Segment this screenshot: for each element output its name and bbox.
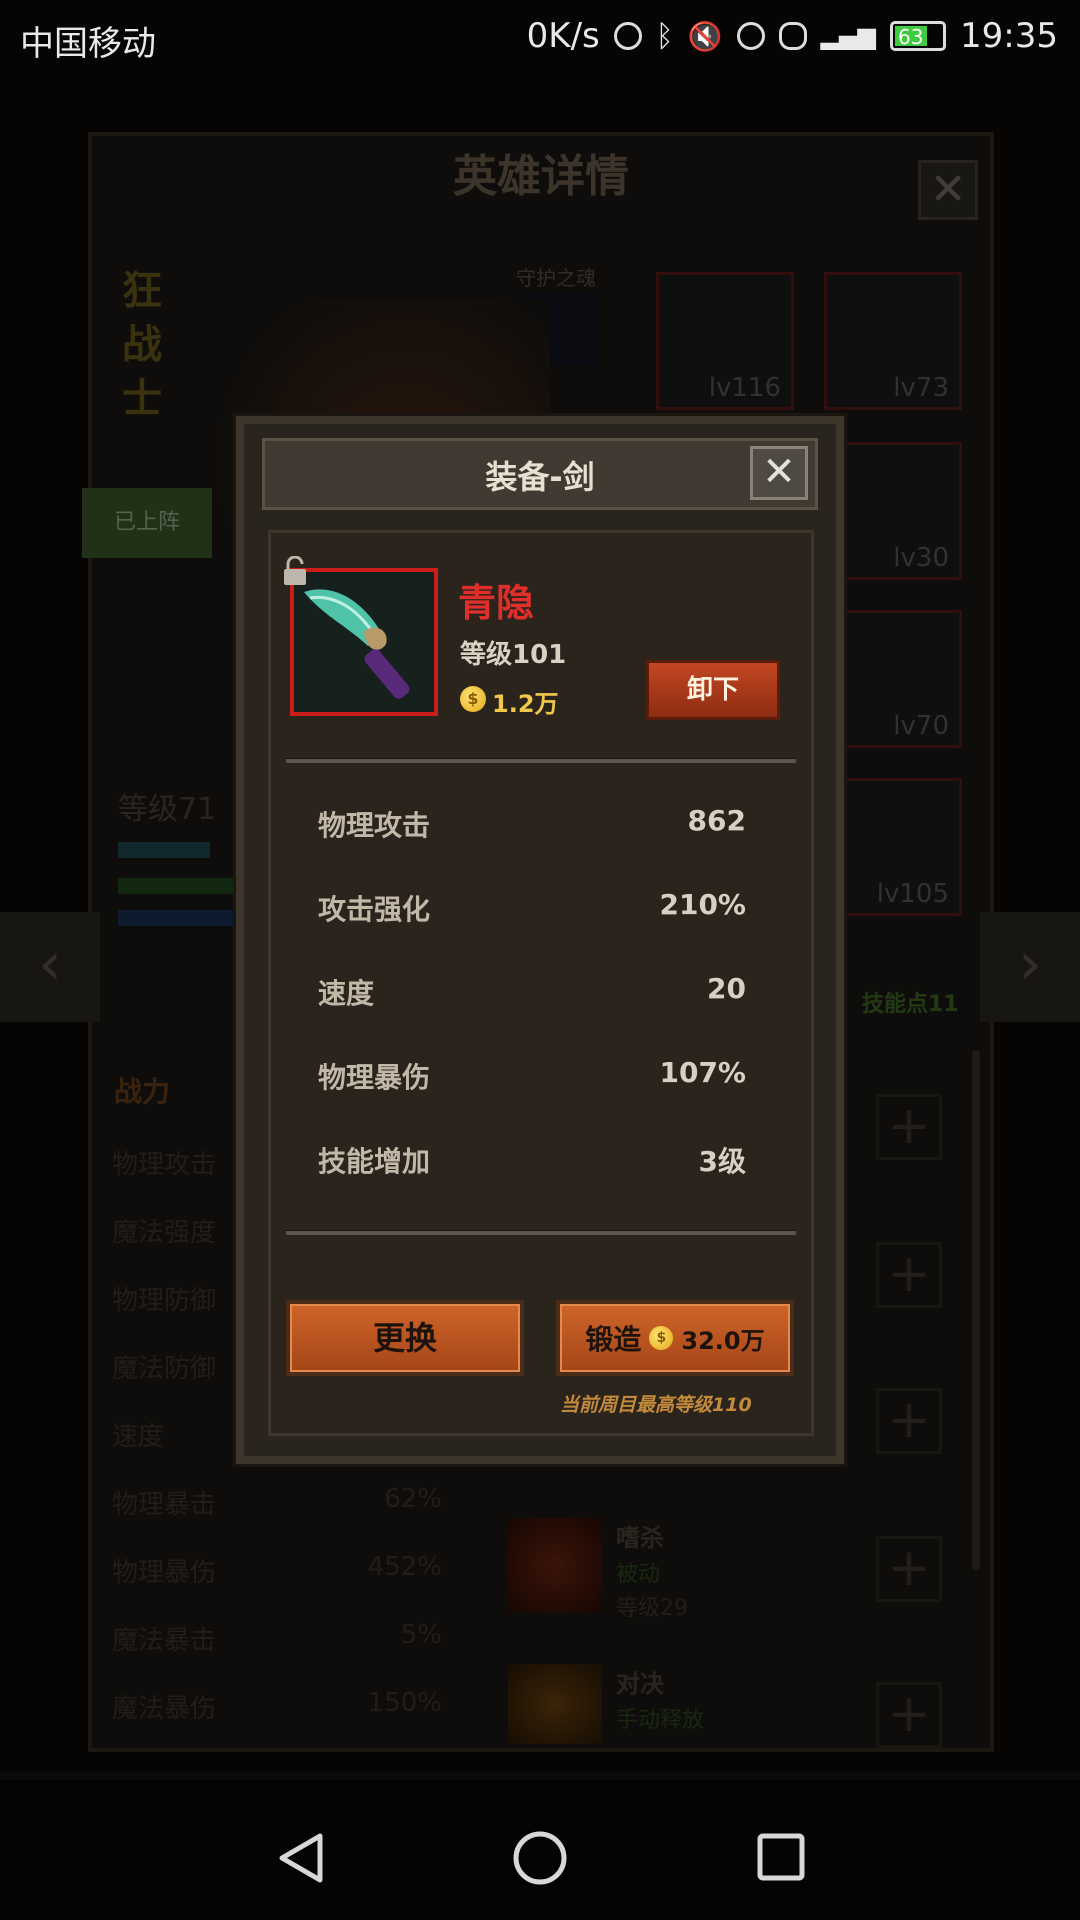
stat-value-attack-boost: 210% xyxy=(659,888,746,921)
status-icons: 0K/s ᛒ 🔇 ▂▄▆ 63 19:35 xyxy=(527,16,1058,56)
stat-label-attack-boost: 攻击强化 xyxy=(318,893,431,926)
item-level: 等级101 xyxy=(460,640,567,670)
coin-icon: $ xyxy=(649,1326,674,1350)
unequip-button[interactable]: 卸下 xyxy=(646,660,780,720)
forge-label: 锻造 xyxy=(585,1323,642,1356)
divider-top xyxy=(286,758,796,763)
max-level-note: 当前周目最高等级110 xyxy=(560,1394,752,1416)
bluetooth-icon: ᛒ xyxy=(655,18,674,54)
network-speed: 0K/s xyxy=(526,16,600,56)
lock-icon[interactable] xyxy=(282,556,308,586)
recents-icon[interactable] xyxy=(756,1832,806,1882)
status-bar: 中国移动 0K/s ᛒ 🔇 ▂▄▆ 63 19:35 xyxy=(0,0,1080,72)
close-button[interactable]: ✕ xyxy=(750,446,808,500)
forge-button[interactable]: 锻造 $ 32.0万 xyxy=(556,1300,794,1376)
sword-icon xyxy=(294,572,434,712)
location-icon xyxy=(613,22,642,50)
battery-icon: 63 xyxy=(890,21,947,51)
stat-value-crit-damage: 107% xyxy=(659,1056,746,1089)
signal-icon: ▂▄▆ xyxy=(820,22,877,50)
forge-cost: 32.0万 xyxy=(681,1326,765,1355)
modal-title: 装备-剑 xyxy=(485,458,595,496)
divider-bottom xyxy=(286,1230,796,1235)
item-name: 青隐 xyxy=(458,581,535,625)
stat-label-speed: 速度 xyxy=(318,977,375,1010)
home-icon[interactable] xyxy=(512,1830,568,1886)
status-time: 19:35 xyxy=(960,16,1058,56)
replace-button[interactable]: 更换 xyxy=(286,1300,524,1376)
stat-label-crit-damage: 物理暴伤 xyxy=(318,1061,431,1094)
stat-label-physical-attack: 物理攻击 xyxy=(318,809,431,842)
stat-value-speed: 20 xyxy=(707,972,746,1005)
eye-icon xyxy=(778,22,807,50)
stat-value-physical-attack: 862 xyxy=(687,804,746,837)
item-price: 1.2万 xyxy=(492,690,559,718)
item-icon-frame[interactable] xyxy=(290,568,438,716)
carrier-label: 中国移动 xyxy=(20,24,156,64)
back-icon[interactable] xyxy=(276,1832,326,1884)
alarm-icon xyxy=(736,22,765,50)
stat-label-skill-bonus: 技能增加 xyxy=(318,1145,431,1178)
coin-icon: $ xyxy=(460,686,486,712)
stat-value-skill-bonus: 3级 xyxy=(698,1145,746,1178)
mute-icon: 🔇 xyxy=(687,19,723,53)
navigation-bar xyxy=(0,1780,1080,1920)
